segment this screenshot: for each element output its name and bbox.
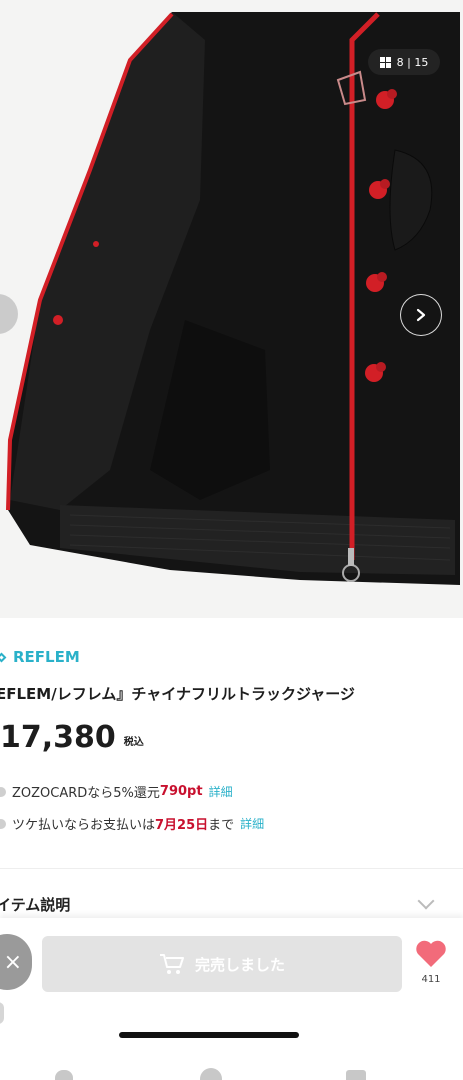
- tsuke-date: 7月25日: [155, 818, 209, 833]
- product-photo: [0, 0, 463, 618]
- price: 17,380: [0, 720, 116, 755]
- tsuke-info: ツケ払いならお支払いは 7月25日 まで 詳細: [0, 814, 264, 833]
- zozocard-detail-link[interactable]: 詳細: [209, 783, 233, 800]
- item-description-label: イテム説明: [0, 895, 71, 914]
- chevron-down-icon: [417, 892, 435, 910]
- tab-icon-2[interactable]: [200, 1068, 222, 1080]
- cart-icon: [159, 954, 184, 974]
- home-indicator: [119, 1032, 299, 1038]
- soldout-button[interactable]: 完売しました: [42, 936, 402, 992]
- brand-link[interactable]: REFLEM: [0, 646, 80, 668]
- tab-bar-partial: [0, 1064, 463, 1080]
- grid-icon[interactable]: [379, 56, 391, 68]
- bottom-action-bar: × 完売しました 411: [0, 918, 463, 1080]
- chevron-right-icon: [416, 308, 426, 322]
- tax-label: 税込: [123, 737, 144, 748]
- close-button[interactable]: ×: [0, 934, 32, 990]
- favorite-button[interactable]: 411: [413, 940, 449, 985]
- scroll-indicator: [0, 1002, 4, 1024]
- soldout-label: 完売しました: [194, 955, 285, 974]
- zozocard-text: ZOZOCARDなら5%還元: [12, 786, 160, 801]
- favorite-count: 411: [421, 974, 441, 985]
- zozocard-info: ZOZOCARDなら5%還元 790pt 詳細: [0, 782, 233, 801]
- image-counter-text: 8 | 15: [396, 55, 429, 69]
- tsuke-detail-link[interactable]: 詳細: [240, 815, 264, 832]
- price-row: 17,380 税込: [0, 718, 144, 758]
- tab-icon-3[interactable]: [346, 1070, 366, 1080]
- brand-diamond-icon: [0, 652, 7, 662]
- product-image-gallery[interactable]: 8 | 15: [0, 0, 463, 618]
- heart-icon: [416, 940, 446, 967]
- tsuke-suffix: まで: [208, 818, 235, 833]
- close-icon: ×: [3, 949, 22, 975]
- tsuke-text: ツケ払いならお支払いは: [12, 818, 156, 833]
- product-title: EFLEM/レフレム』チャイナフリルトラックジャージ: [0, 685, 355, 703]
- divider: [0, 868, 463, 869]
- next-image-button[interactable]: [400, 294, 442, 336]
- item-description-toggle[interactable]: イテム説明: [0, 889, 463, 919]
- image-counter: 8 | 15: [368, 49, 440, 75]
- zozocard-points: 790pt: [159, 784, 203, 799]
- tab-icon-1[interactable]: [55, 1070, 73, 1080]
- zozocard-icon: [0, 786, 6, 797]
- brand-name: REFLEM: [13, 648, 80, 666]
- tsuke-icon: [0, 818, 6, 829]
